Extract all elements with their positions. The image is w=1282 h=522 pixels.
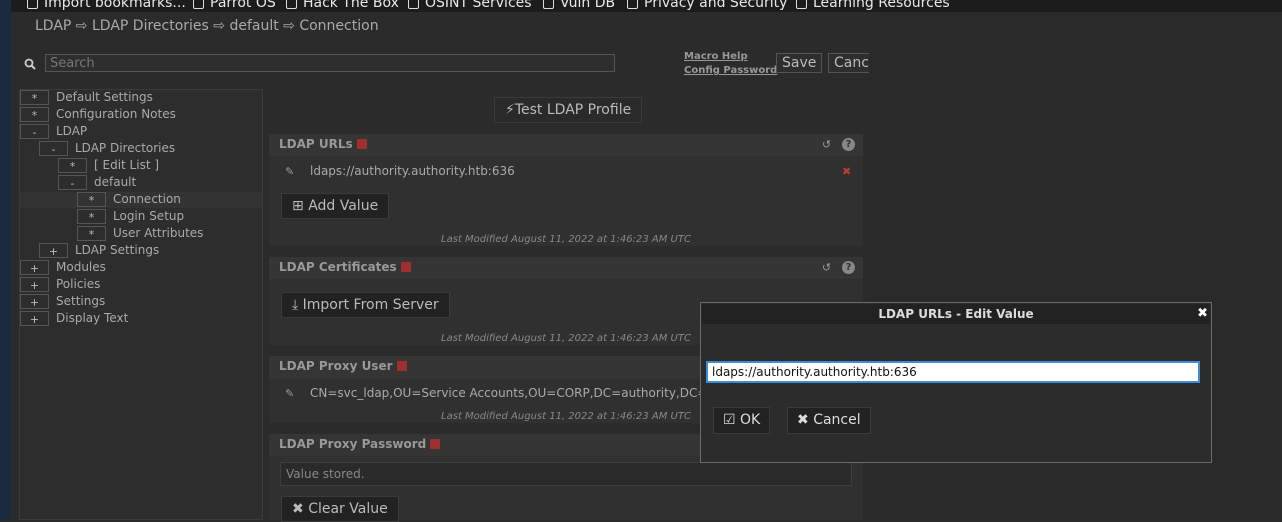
bolt-icon: ⚡ (505, 102, 515, 118)
bookmark-hack-the-box[interactable]: Hack The Box (286, 0, 399, 11)
bookmark-privacy[interactable]: Privacy and Security (627, 0, 787, 11)
tree-toggle[interactable]: * (77, 192, 106, 207)
tree-toggle[interactable]: * (20, 90, 49, 105)
tree-item-policies[interactable]: + Policies (20, 277, 100, 294)
tree-toggle[interactable]: + (20, 277, 49, 292)
tree-item-edit-list[interactable]: *[ Edit List ] (58, 158, 159, 175)
panel-ldap-urls: LDAP URLs ↺ ? ✎ ldaps://authority.author… (269, 134, 863, 246)
panel-title: LDAP Certificates (279, 260, 397, 274)
password-stored-field: Value stored. (280, 462, 852, 486)
tree-item-default[interactable]: - default (58, 175, 136, 192)
edit-value-input[interactable] (706, 361, 1200, 383)
add-value-button[interactable]: ⊞ Add Value (281, 193, 390, 219)
edit-icon[interactable]: ✎ (285, 166, 297, 178)
ok-button[interactable]: ☑ OK (713, 407, 771, 434)
bookmark-parrot-os[interactable]: Parrot OS (193, 0, 276, 11)
macro-help-link[interactable]: Macro Help (684, 51, 748, 62)
required-icon (396, 361, 407, 371)
window-edge (0, 0, 11, 520)
search-icon (24, 56, 36, 70)
panel-title: LDAP Proxy Password (279, 437, 427, 451)
password-stored-text: Value stored. (286, 467, 365, 481)
delete-icon[interactable]: ✖ (842, 166, 854, 178)
folder-icon (543, 0, 554, 9)
tree-toggle[interactable]: - (58, 175, 87, 190)
bookmark-import[interactable]: Import bookmarks... (27, 0, 186, 11)
help-icon[interactable]: ? (842, 261, 855, 274)
tree-toggle[interactable]: * (58, 158, 87, 173)
tree-item-display-text[interactable]: + Display Text (20, 311, 128, 328)
tree-item-user-attributes[interactable]: * User Attributes (77, 226, 203, 243)
help-icon[interactable]: ? (842, 138, 855, 151)
tree-item-default-settings[interactable]: * Default Settings (20, 90, 153, 107)
close-icon[interactable]: ✖ (1197, 304, 1208, 324)
check-icon: ☑ (723, 412, 741, 428)
edit-icon[interactable]: ✎ (285, 388, 297, 400)
tree-toggle[interactable]: - (39, 141, 68, 156)
last-modified: Last Modified August 11, 2022 at 1:46:23… (441, 234, 691, 245)
tree-item-settings[interactable]: + Settings (20, 294, 105, 311)
tree-toggle[interactable]: - (20, 124, 49, 139)
proxy-user-value[interactable]: CN=svc_ldap,OU=Service Accounts,OU=CORP,… (310, 386, 727, 400)
bookmark-icon (27, 0, 38, 9)
tree-item-ldap[interactable]: - LDAP (20, 124, 87, 141)
tree-item-connection[interactable]: * Connection (77, 192, 181, 209)
required-icon (356, 139, 367, 149)
ldap-url-value[interactable]: ldaps://authority.authority.htb:636 (310, 164, 515, 178)
tree-item-configuration-notes[interactable]: * Configuration Notes (20, 107, 176, 124)
tree-toggle[interactable]: + (20, 311, 49, 326)
required-icon (430, 439, 441, 449)
bookmark-osint[interactable]: OSINT Services (408, 0, 532, 11)
panel-title: LDAP Proxy User (279, 359, 393, 373)
import-from-server-button[interactable]: ⤓ Import From Server (281, 292, 450, 318)
required-icon (400, 262, 411, 272)
folder-icon (408, 0, 419, 9)
tree-toggle[interactable]: + (20, 260, 49, 275)
tree-toggle[interactable]: + (20, 294, 49, 309)
folder-icon (627, 0, 638, 9)
download-icon: ⤓ (292, 297, 303, 313)
panel-header: LDAP URLs ↺ ? (269, 134, 863, 156)
folder-icon (286, 0, 297, 9)
dialog-title: LDAP URLs - Edit Value (702, 304, 1210, 324)
x-icon: ✖ (797, 412, 814, 428)
panel-header: LDAP Certificates ↺ ? (269, 257, 863, 279)
tree-toggle[interactable]: + (39, 243, 68, 258)
search-input[interactable] (45, 54, 615, 72)
bookmark-vuln-db[interactable]: Vuln DB (543, 0, 615, 11)
tree-toggle[interactable]: * (20, 107, 49, 122)
save-button[interactable]: Save (776, 53, 823, 73)
undo-icon[interactable]: ↺ (820, 138, 833, 151)
bookmark-learning[interactable]: Learning Resources (796, 0, 950, 11)
tree-toggle[interactable]: * (77, 226, 106, 241)
edit-value-dialog: LDAP URLs - Edit Value ✖ ☑ OK ✖ Cancel (700, 302, 1212, 463)
x-icon: ✖ (292, 501, 309, 517)
plus-square-icon: ⊞ (292, 198, 309, 214)
tree-item-modules[interactable]: + Modules (20, 260, 106, 277)
config-password-link[interactable]: Config Password (684, 65, 777, 76)
test-ldap-profile-button[interactable]: ⚡Test LDAP Profile (494, 97, 643, 123)
folder-icon (796, 0, 807, 9)
tree-item-ldap-settings[interactable]: + LDAP Settings (39, 243, 159, 260)
folder-icon (193, 0, 204, 9)
panel-title: LDAP URLs (279, 137, 353, 151)
undo-icon[interactable]: ↺ (820, 261, 833, 274)
bookmarks-bar: Import bookmarks... Parrot OS Hack The B… (11, 0, 1282, 12)
tree-item-login-setup[interactable]: * Login Setup (77, 209, 184, 226)
clear-value-button[interactable]: ✖ Clear Value (281, 496, 399, 522)
tree-toggle[interactable]: * (77, 209, 106, 224)
breadcrumb: LDAP ⇨ LDAP Directories ⇨ default ⇨ Conn… (35, 18, 379, 34)
tree-item-ldap-directories[interactable]: - LDAP Directories (39, 141, 175, 158)
dialog-cancel-button[interactable]: ✖ Cancel (787, 407, 871, 434)
